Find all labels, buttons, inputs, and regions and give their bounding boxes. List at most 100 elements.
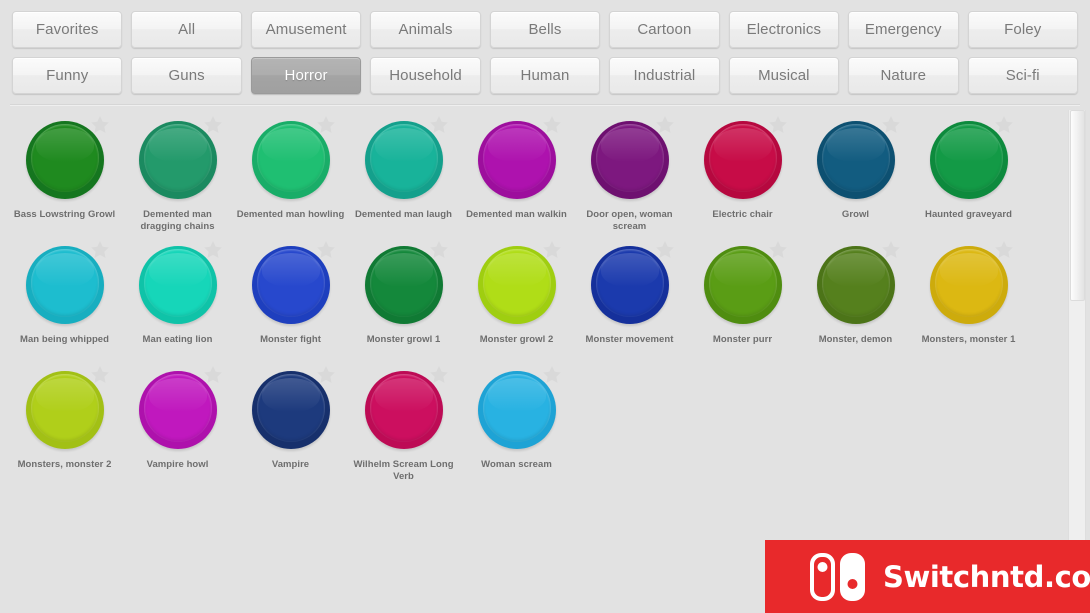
star-icon[interactable] <box>89 364 111 386</box>
sound-label: Monsters, monster 2 <box>17 459 112 470</box>
sound-cell: Monster purr <box>686 239 799 364</box>
sound-cell: Wilhelm Scream Long Verb <box>347 364 460 489</box>
knob-wrapper <box>8 114 121 210</box>
star-icon[interactable] <box>315 114 337 136</box>
sound-label: Bass Lowstring Growl <box>13 209 116 220</box>
star-icon[interactable] <box>993 114 1015 136</box>
category-tab-electronics[interactable]: Electronics <box>728 11 840 48</box>
watermark-text: Switchntd.com <box>883 559 1090 594</box>
sound-grid: Bass Lowstring Growl Demented man draggin… <box>0 108 1056 489</box>
knob-wrapper <box>347 114 460 210</box>
star-icon[interactable] <box>541 239 563 261</box>
sound-label: Door open, woman scream <box>586 209 673 232</box>
star-icon[interactable] <box>880 114 902 136</box>
sound-label: Monster growl 1 <box>366 334 441 345</box>
category-tab-funny[interactable]: Funny <box>12 57 123 94</box>
sound-cell: Monster movement <box>573 239 686 364</box>
category-tab-foley[interactable]: Foley <box>967 11 1078 48</box>
knob-wrapper <box>234 239 347 335</box>
star-icon[interactable] <box>89 239 111 261</box>
star-icon[interactable] <box>315 239 337 261</box>
star-icon[interactable] <box>880 239 902 261</box>
tabbar-divider-highlight <box>10 105 1080 106</box>
knob-wrapper <box>8 239 121 335</box>
sound-cell: Monster, demon <box>799 239 912 364</box>
sound-label: Monster fight <box>260 334 321 345</box>
sound-label: Monsters, monster 1 <box>921 334 1016 345</box>
sound-label: Wilhelm Scream Long Verb <box>353 459 454 482</box>
sound-label: Vampire howl <box>146 459 209 470</box>
knob-wrapper <box>121 239 234 335</box>
sound-cell: Monsters, monster 1 <box>912 239 1025 364</box>
vertical-scrollbar[interactable] <box>1068 110 1086 600</box>
star-icon[interactable] <box>654 239 676 261</box>
category-tab-industrial[interactable]: Industrial <box>609 57 720 94</box>
star-icon[interactable] <box>428 239 450 261</box>
category-tab-row-1: Favorites All Amusement Animals Bells Cartoon… <box>12 11 1078 48</box>
category-tab-bar: Favorites All Amusement Animals Bells Cartoon… <box>0 0 1090 103</box>
category-tab-musical[interactable]: Musical <box>728 57 840 94</box>
knob-wrapper <box>8 364 121 460</box>
star-icon[interactable] <box>993 239 1015 261</box>
star-icon[interactable] <box>541 364 563 386</box>
star-icon[interactable] <box>541 114 563 136</box>
sound-cell: Demented man dragging chains <box>121 114 234 239</box>
knob-wrapper <box>912 239 1025 335</box>
category-tab-guns[interactable]: Guns <box>131 57 242 94</box>
sound-cell: Woman scream <box>460 364 573 489</box>
category-tab-human[interactable]: Human <box>489 57 601 94</box>
sound-cell: Growl <box>799 114 912 239</box>
sound-label: Woman scream <box>481 459 552 470</box>
category-tab-cartoon[interactable]: Cartoon <box>609 11 720 48</box>
knob-wrapper <box>460 239 573 335</box>
category-tab-all[interactable]: All <box>131 11 242 48</box>
nintendo-switch-logo-icon <box>807 551 869 603</box>
sound-label: Man eating lion <box>142 334 213 345</box>
star-icon[interactable] <box>202 364 224 386</box>
watermark-banner: Switchntd.com <box>765 540 1090 613</box>
sound-label: Demented man howling <box>236 209 345 220</box>
sound-label: Man being whipped <box>20 334 109 345</box>
category-tab-amusement[interactable]: Amusement <box>250 11 362 48</box>
sound-label: Electric chair <box>712 209 773 220</box>
star-icon[interactable] <box>428 364 450 386</box>
soundboard-app: Favorites All Amusement Animals Bells Cartoon… <box>0 0 1090 613</box>
sound-cell: Vampire howl <box>121 364 234 489</box>
category-tab-bells[interactable]: Bells <box>489 11 601 48</box>
knob-wrapper <box>573 239 686 335</box>
sound-label: Monster movement <box>585 334 674 345</box>
star-icon[interactable] <box>428 114 450 136</box>
sound-cell: Monsters, monster 2 <box>8 364 121 489</box>
star-icon[interactable] <box>89 114 111 136</box>
category-tab-animals[interactable]: Animals <box>370 11 481 48</box>
sound-label: Demented man walkin <box>466 209 567 220</box>
star-icon[interactable] <box>202 114 224 136</box>
category-tab-favorites[interactable]: Favorites <box>12 11 123 48</box>
category-tab-horror[interactable]: Horror <box>250 57 362 94</box>
sound-grid-viewport: Bass Lowstring Growl Demented man draggin… <box>0 108 1056 613</box>
category-tab-nature[interactable]: Nature <box>848 57 959 94</box>
sound-cell: Haunted graveyard <box>912 114 1025 239</box>
knob-wrapper <box>121 114 234 210</box>
category-tab-emergency[interactable]: Emergency <box>848 11 959 48</box>
scrollbar-thumb[interactable] <box>1070 110 1085 302</box>
sound-label: Vampire <box>271 459 310 470</box>
star-icon[interactable] <box>767 114 789 136</box>
star-icon[interactable] <box>767 239 789 261</box>
star-icon[interactable] <box>654 114 676 136</box>
sound-cell: Door open, woman scream <box>573 114 686 239</box>
knob-wrapper <box>799 114 912 210</box>
knob-wrapper <box>460 114 573 210</box>
sound-cell: Man being whipped <box>8 239 121 364</box>
star-icon[interactable] <box>315 364 337 386</box>
knob-wrapper <box>799 239 912 335</box>
knob-wrapper <box>234 364 347 460</box>
star-icon[interactable] <box>202 239 224 261</box>
knob-wrapper <box>686 239 799 335</box>
sound-label: Monster growl 2 <box>479 334 554 345</box>
knob-wrapper <box>686 114 799 210</box>
sound-label: Haunted graveyard <box>925 209 1012 220</box>
category-tab-sci-fi[interactable]: Sci-fi <box>967 57 1078 94</box>
sound-cell: Monster fight <box>234 239 347 364</box>
category-tab-household[interactable]: Household <box>370 57 481 94</box>
